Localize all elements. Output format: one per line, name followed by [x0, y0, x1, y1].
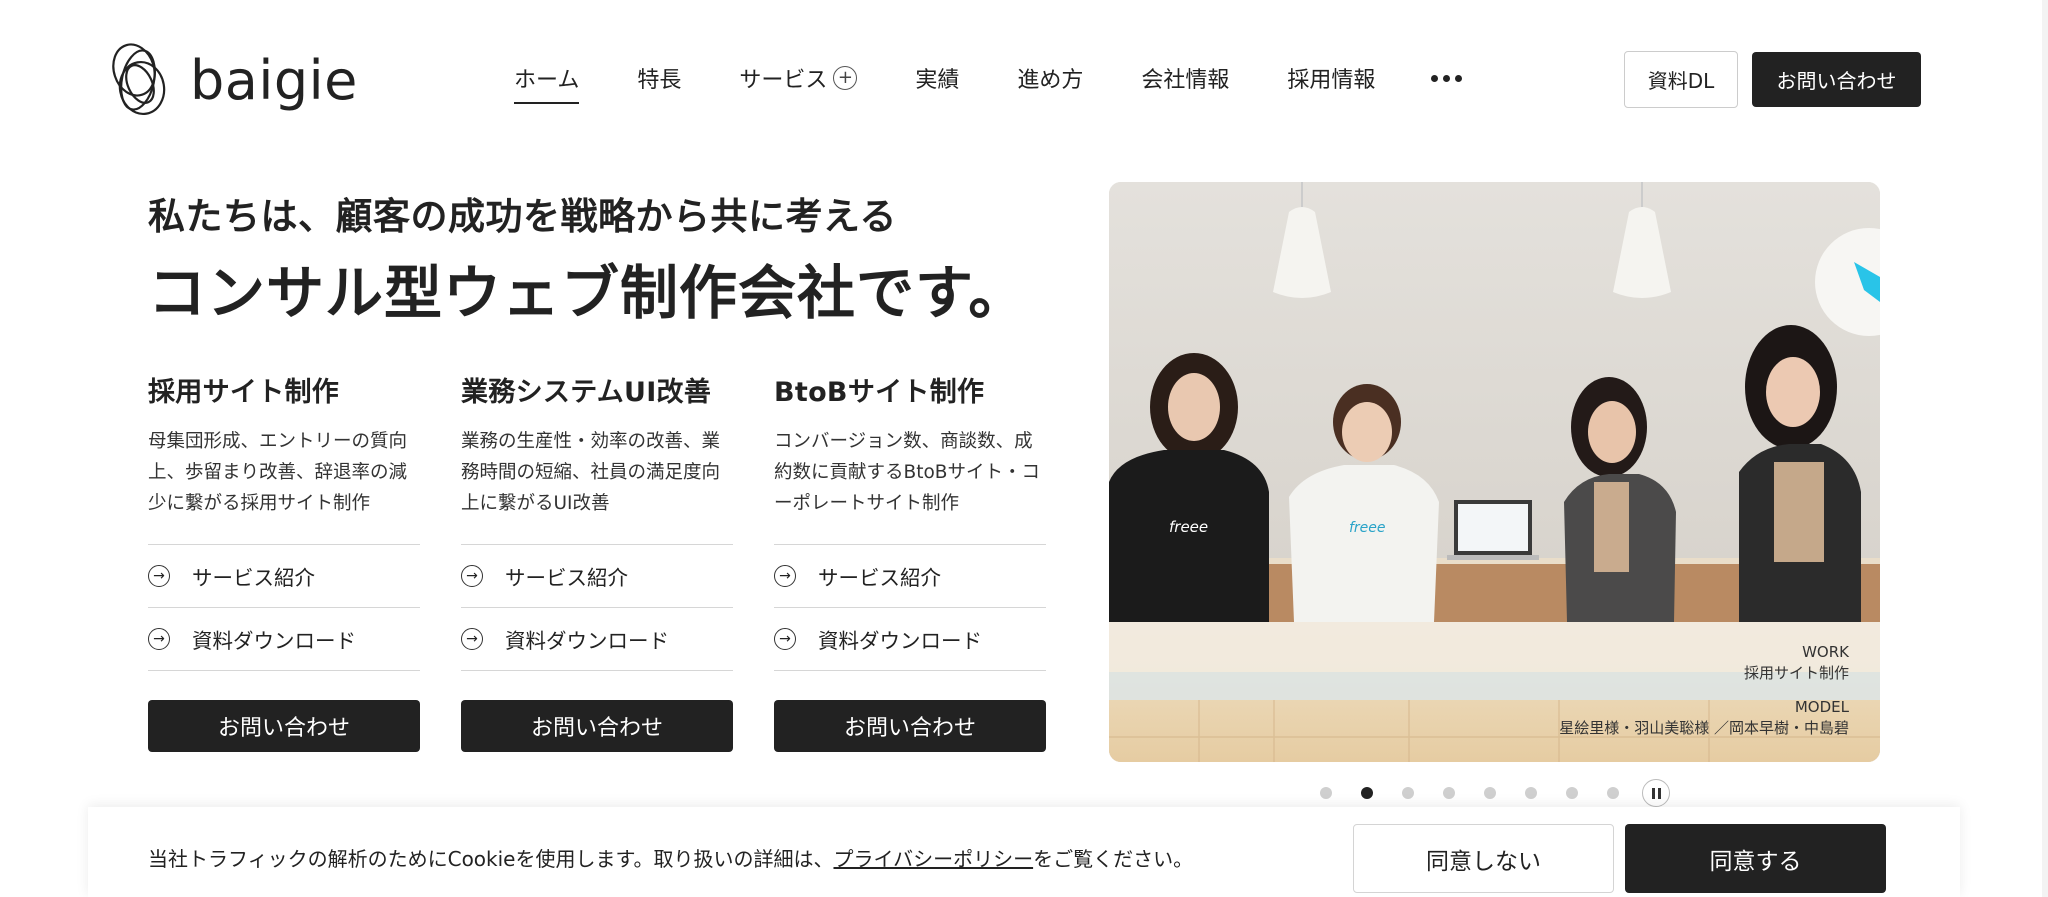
service-links: → サービス紹介 → 資料ダウンロード — [774, 544, 1046, 671]
download-button[interactable]: 資料DL — [1624, 51, 1738, 108]
service-card-recruit-site: 採用サイト制作 母集団形成、エントリーの質向 上、歩留まり改善、辞退率の減 少に… — [148, 370, 420, 752]
hero-slide-photo[interactable]: freee freee WORK 採用サイト制作 MODEL 星絵里様・羽山美聡… — [1109, 182, 1880, 762]
cookie-decline-button[interactable]: 同意しない — [1353, 824, 1614, 893]
service-contact-button[interactable]: お問い合わせ — [148, 700, 420, 752]
service-download-label: 資料ダウンロード — [192, 629, 356, 653]
nav-home[interactable]: ホーム — [514, 62, 580, 104]
nav-process[interactable]: 進め方 — [1017, 62, 1083, 94]
service-intro-link[interactable]: → サービス紹介 — [461, 545, 733, 608]
service-links: → サービス紹介 → 資料ダウンロード — [461, 544, 733, 671]
page-scrollbar[interactable] — [2042, 0, 2048, 897]
nav-home-label: ホーム — [514, 68, 580, 93]
service-card-ui-improvement: 業務システムUI改善 業務の生産性・効率の改善、業 務時間の短縮、社員の満足度向… — [461, 370, 733, 752]
hero-title: コンサル型ウェブ制作会社です。 — [148, 259, 1028, 327]
service-download-link[interactable]: → 資料ダウンロード — [148, 608, 420, 671]
nav-works-label: 実績 — [915, 68, 960, 93]
service-intro-link[interactable]: → サービス紹介 — [774, 545, 1046, 608]
service-desc-line: 務時間の短縮、社員の満足度向 — [461, 462, 721, 483]
nav-process-label: 進め方 — [1017, 68, 1084, 93]
arrow-right-icon: → — [461, 565, 483, 587]
slide-dot[interactable] — [1607, 787, 1619, 799]
service-download-label: 資料ダウンロード — [505, 629, 669, 653]
service-description: コンバージョン数、商談数、成 約数に貢献するBtoBサイト・コ ーポレートサイト… — [774, 426, 1046, 544]
nav-recruit[interactable]: 採用情報 — [1287, 62, 1375, 94]
service-desc-line: コンバージョン数、商談数、成 — [774, 431, 1033, 452]
privacy-policy-link[interactable]: プライバシーポリシー — [833, 847, 1033, 871]
brand-name: baigie — [190, 48, 358, 112]
service-intro-link[interactable]: → サービス紹介 — [148, 545, 420, 608]
slide-dot[interactable] — [1402, 787, 1414, 799]
caption-model-heading: MODEL — [1794, 698, 1849, 716]
service-title: 業務システムUI改善 — [461, 377, 712, 408]
slide-caption-work: WORK 採用サイト制作 — [1744, 642, 1849, 684]
shirt-logo-text: freee — [1169, 518, 1208, 536]
slide-dot[interactable] — [1525, 787, 1537, 799]
nav-company-label: 会社情報 — [1141, 68, 1230, 93]
service-description: 業務の生産性・効率の改善、業 務時間の短縮、社員の満足度向 上に繋がるUI改善 — [461, 426, 733, 544]
nav-features[interactable]: 特長 — [637, 62, 681, 94]
contact-button[interactable]: お問い合わせ — [1752, 52, 1921, 107]
cookie-text-after: をご覧ください。 — [1033, 847, 1194, 871]
more-dots-icon[interactable] — [1431, 74, 1463, 82]
site-header: baigie ホーム 特長 サービス + 実績 進め方 会社情報 採用情報 資料D… — [0, 0, 2048, 160]
slide-dot[interactable] — [1443, 787, 1455, 799]
service-desc-line: 母集団形成、エントリーの質向 — [148, 431, 408, 452]
service-card-btob-site: BtoBサイト制作 コンバージョン数、商談数、成 約数に貢献するBtoBサイト・… — [774, 370, 1046, 752]
service-download-link[interactable]: → 資料ダウンロード — [774, 608, 1046, 671]
nav-more[interactable] — [1431, 74, 1463, 82]
service-desc-line: 業務の生産性・効率の改善、業 — [461, 431, 721, 452]
slide-dot[interactable] — [1320, 787, 1332, 799]
cookie-banner: 当社トラフィックの解析のためにCookieを使用します。取り扱いの詳細は、プライ… — [88, 807, 1960, 897]
slide-caption-model: MODEL 星絵里様・羽山美聡様 ／岡本早樹・中島碧 — [1559, 697, 1849, 739]
slide-pagination — [1320, 779, 1670, 807]
service-intro-label: サービス紹介 — [192, 566, 315, 590]
brand-logo[interactable]: baigie — [108, 40, 358, 120]
caption-work-value: 採用サイト制作 — [1743, 664, 1849, 682]
main-nav: ホーム 特長 サービス + 実績 進め方 会社情報 採用情報 — [514, 62, 1520, 104]
nav-works[interactable]: 実績 — [915, 62, 959, 94]
service-contact-button[interactable]: お問い合わせ — [774, 700, 1046, 752]
cookie-text-before: 当社トラフィックの解析のためにCookieを使用します。取り扱いの詳細は、 — [148, 847, 834, 871]
service-title: BtoBサイト制作 — [774, 377, 985, 408]
service-intro-label: サービス紹介 — [818, 566, 941, 590]
service-description: 母集団形成、エントリーの質向 上、歩留まり改善、辞退率の減 少に繋がる採用サイト… — [148, 426, 420, 544]
service-desc-line: 約数に貢献するBtoBサイト・コ — [774, 462, 1040, 483]
cookie-accept-button[interactable]: 同意する — [1625, 824, 1886, 893]
service-intro-label: サービス紹介 — [505, 566, 628, 590]
nav-recruit-label: 採用情報 — [1287, 68, 1376, 93]
arrow-right-icon: → — [461, 628, 483, 650]
service-contact-button[interactable]: お問い合わせ — [461, 700, 733, 752]
services-list: 採用サイト制作 母集団形成、エントリーの質向 上、歩留まり改善、辞退率の減 少に… — [148, 370, 1046, 752]
service-title: 採用サイト制作 — [148, 377, 340, 408]
service-links: → サービス紹介 → 資料ダウンロード — [148, 544, 420, 671]
service-download-link[interactable]: → 資料ダウンロード — [461, 608, 733, 671]
service-download-label: 資料ダウンロード — [818, 629, 982, 653]
arrow-right-icon: → — [148, 628, 170, 650]
logo-rings-icon — [112, 43, 166, 115]
shirt-logo-text: freee — [1349, 520, 1386, 536]
arrow-right-icon: → — [774, 628, 796, 650]
service-desc-line: ーポレートサイト制作 — [774, 493, 960, 514]
nav-services-label: サービス — [739, 68, 828, 93]
pause-icon[interactable] — [1642, 779, 1670, 807]
service-desc-line: 少に繋がる採用サイト制作 — [148, 493, 371, 514]
service-desc-line: 上、歩留まり改善、辞退率の減 — [148, 462, 408, 483]
slide-dot[interactable] — [1361, 787, 1373, 799]
arrow-right-icon: → — [148, 565, 170, 587]
cookie-message: 当社トラフィックの解析のためにCookieを使用します。取り扱いの詳細は、プライ… — [148, 843, 1193, 872]
slide-dot[interactable] — [1566, 787, 1578, 799]
plus-icon[interactable]: + — [833, 66, 858, 90]
caption-work-heading: WORK — [1802, 643, 1849, 661]
arrow-right-icon: → — [774, 565, 796, 587]
service-desc-line: 上に繋がるUI改善 — [461, 493, 610, 514]
caption-model-value: 星絵里様・羽山美聡様 ／岡本早樹・中島碧 — [1559, 719, 1849, 737]
hero-subtitle: 私たちは、顧客の成功を戦略から共に考える — [148, 195, 897, 238]
slide-dot[interactable] — [1484, 787, 1496, 799]
nav-company[interactable]: 会社情報 — [1141, 62, 1229, 94]
nav-features-label: 特長 — [637, 68, 682, 93]
nav-services[interactable]: サービス + — [739, 62, 858, 94]
